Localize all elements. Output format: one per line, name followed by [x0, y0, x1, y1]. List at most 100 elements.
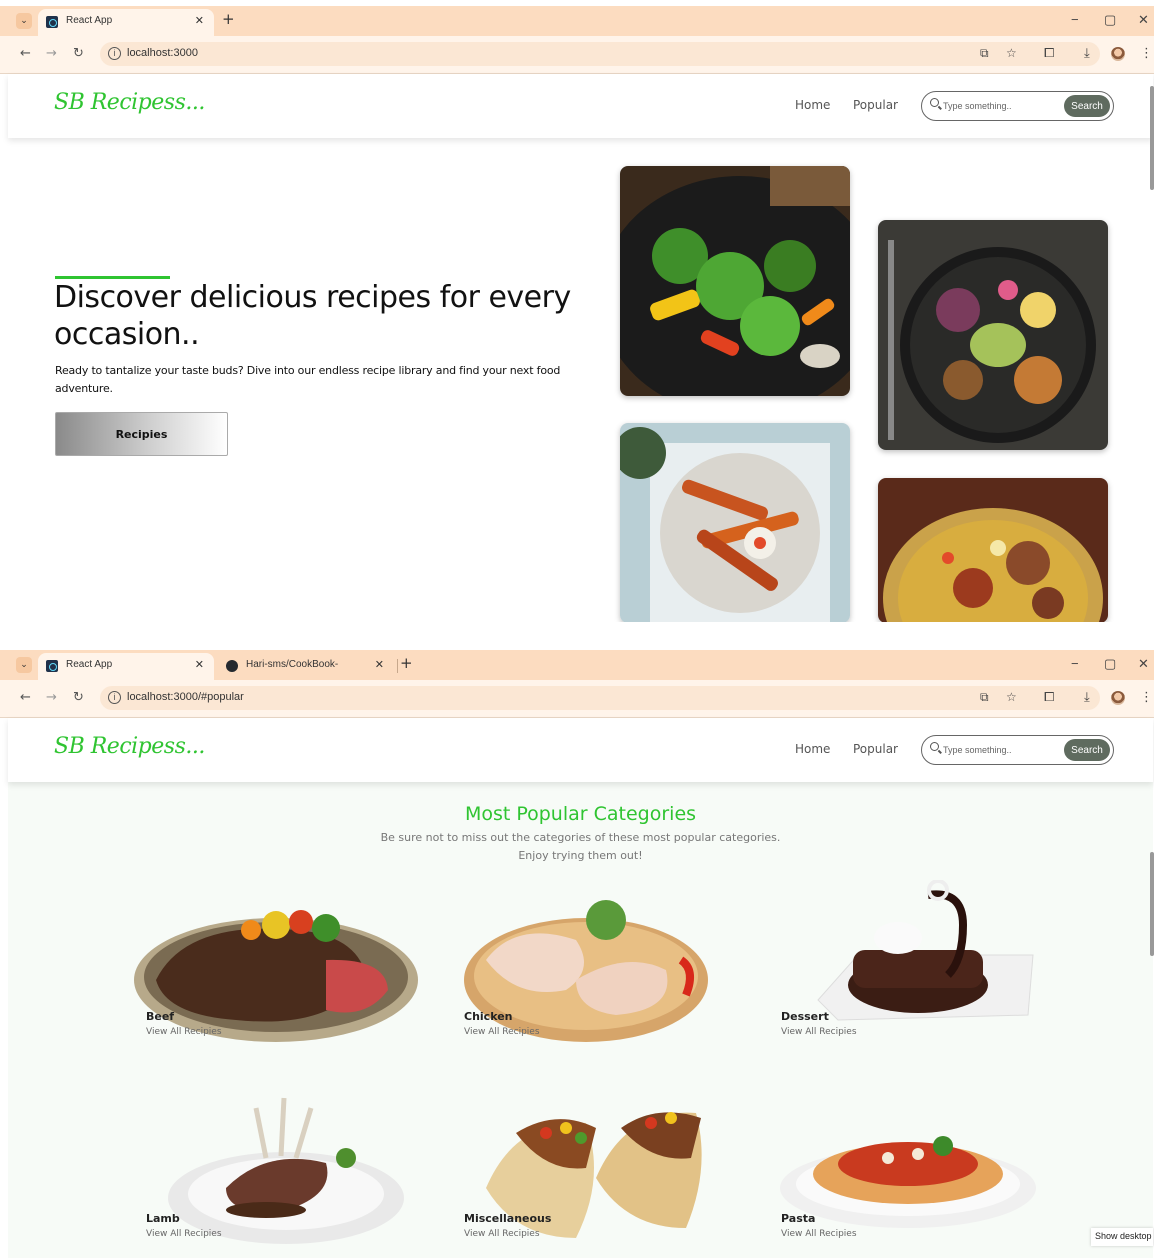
tab-github-cookbook[interactable]: Hari-sms/CookBook- ✕: [218, 653, 398, 680]
tab-label: React App: [66, 15, 113, 26]
url-bar[interactable]: i localhost:3000 ⧉ ☆: [100, 42, 1100, 66]
site-logo[interactable]: SB Recipess...: [54, 734, 205, 759]
category-name: Pasta: [781, 1212, 816, 1225]
show-desktop-button[interactable]: Show desktop: [1091, 1228, 1153, 1246]
category-card-lamb[interactable]: Lamb View All Recipies: [126, 1078, 426, 1258]
page-home: SB Recipess... Home Popular Search Disco…: [8, 74, 1153, 622]
view-all-recipes-link[interactable]: View All Recipies: [781, 1027, 857, 1037]
install-app-icon[interactable]: ⧉: [980, 46, 989, 61]
minimize-icon[interactable]: −: [1071, 12, 1079, 27]
view-all-recipes-link[interactable]: View All Recipies: [781, 1229, 857, 1239]
close-window-icon[interactable]: ✕: [1138, 656, 1149, 672]
react-favicon-icon: [46, 16, 58, 28]
url-text: localhost:3000: [127, 47, 198, 59]
tab-search-icon[interactable]: ⌄: [16, 13, 32, 29]
site-navbar: SB Recipess... Home Popular Search: [8, 718, 1153, 782]
url-text: localhost:3000/#popular: [127, 691, 244, 703]
profile-avatar[interactable]: [1111, 691, 1125, 705]
close-tab-icon[interactable]: ✕: [375, 658, 384, 671]
tab-react-app[interactable]: React App ✕: [38, 9, 214, 36]
bookmark-star-icon[interactable]: ☆: [1006, 690, 1017, 704]
popular-subtitle-line2: Enjoy trying them out!: [518, 849, 643, 862]
nav-link-home[interactable]: Home: [795, 98, 830, 112]
close-tab-icon[interactable]: ✕: [195, 14, 204, 27]
address-toolbar: ← → ↻ i localhost:3000/#popular ⧉ ☆ ⧠ ⤓ …: [0, 680, 1154, 718]
screenshot-separator: [0, 622, 1154, 644]
reload-icon[interactable]: ↻: [73, 46, 84, 61]
restore-icon[interactable]: ▢: [1104, 656, 1116, 672]
menu-kebab-icon[interactable]: ⋮: [1140, 690, 1153, 705]
site-info-icon[interactable]: i: [108, 691, 121, 704]
hero-subtitle: Ready to tantalize your taste buds? Dive…: [55, 364, 561, 395]
category-card-beef[interactable]: Beef View All Recipies: [126, 880, 426, 1060]
page-scrollbar[interactable]: [1150, 86, 1154, 190]
react-favicon-icon: [46, 660, 58, 672]
view-all-recipes-link[interactable]: View All Recipies: [464, 1229, 540, 1239]
category-card-chicken[interactable]: Chicken View All Recipies: [456, 880, 756, 1060]
hero-image-sweet-potato: [620, 423, 850, 622]
download-icon[interactable]: ⤓: [1084, 690, 1090, 705]
search-box: Search: [921, 735, 1114, 765]
search-box: Search: [921, 91, 1114, 121]
search-icon: [930, 98, 939, 107]
menu-kebab-icon[interactable]: ⋮: [1140, 46, 1153, 61]
search-input[interactable]: [943, 742, 1058, 758]
close-window-icon[interactable]: ✕: [1138, 12, 1149, 28]
category-card-pasta[interactable]: Pasta View All Recipies: [778, 1078, 1078, 1258]
category-name: Beef: [146, 1010, 175, 1023]
popular-subtitle: Be sure not to miss out the categories o…: [8, 829, 1153, 865]
extensions-icon[interactable]: ⧠: [1044, 46, 1054, 61]
browser-window-popular: ⌄ React App ✕ Hari-sms/CookBook- ✕ + − ▢…: [0, 644, 1154, 1258]
view-all-recipes-link[interactable]: View All Recipies: [146, 1229, 222, 1239]
minimize-icon[interactable]: −: [1071, 656, 1079, 671]
github-favicon-icon: [226, 660, 238, 672]
category-name: Dessert: [781, 1010, 829, 1023]
category-name: Miscellaneous: [464, 1212, 552, 1225]
back-icon[interactable]: ←: [20, 46, 31, 61]
install-app-icon[interactable]: ⧉: [980, 690, 989, 705]
close-tab-icon[interactable]: ✕: [195, 658, 204, 671]
hero-image-salad-bowl: [878, 220, 1108, 450]
nav-link-home[interactable]: Home: [795, 742, 830, 756]
site-logo[interactable]: SB Recipess...: [54, 90, 205, 115]
extensions-icon[interactable]: ⧠: [1044, 690, 1054, 705]
tab-strip: ⌄ React App ✕ + − ▢ ✕: [0, 6, 1154, 36]
bookmark-star-icon[interactable]: ☆: [1006, 46, 1017, 60]
hero-image-stir-fry: [620, 166, 850, 396]
forward-icon[interactable]: →: [46, 690, 57, 705]
new-tab-icon[interactable]: +: [222, 10, 235, 28]
view-all-recipes-link[interactable]: View All Recipies: [464, 1027, 540, 1037]
page-popular: SB Recipess... Home Popular Search Most …: [8, 718, 1153, 1258]
forward-icon[interactable]: →: [46, 46, 57, 61]
nav-link-popular[interactable]: Popular: [853, 742, 898, 756]
tab-search-icon[interactable]: ⌄: [16, 657, 32, 673]
page-scrollbar[interactable]: [1150, 852, 1154, 956]
popular-subtitle-line1: Be sure not to miss out the categories o…: [380, 831, 781, 844]
tab-label: React App: [66, 659, 113, 670]
search-input[interactable]: [943, 98, 1058, 114]
category-card-miscellaneous[interactable]: Miscellaneous View All Recipies: [456, 1078, 756, 1258]
tab-react-app[interactable]: React App ✕: [38, 653, 214, 680]
category-name: Lamb: [146, 1212, 180, 1225]
search-icon: [930, 742, 939, 751]
profile-avatar[interactable]: [1111, 47, 1125, 61]
popular-title: Most Popular Categories: [464, 803, 697, 825]
download-icon[interactable]: ⤓: [1084, 46, 1090, 61]
category-card-dessert[interactable]: Dessert View All Recipies: [778, 880, 1078, 1060]
restore-icon[interactable]: ▢: [1104, 12, 1116, 28]
search-button[interactable]: Search: [1064, 739, 1110, 761]
new-tab-icon[interactable]: +: [400, 654, 413, 672]
tab-label: Hari-sms/CookBook-: [246, 659, 339, 670]
site-navbar: SB Recipess... Home Popular Search: [8, 74, 1153, 138]
hero-image-biryani: [878, 478, 1108, 622]
recipes-button[interactable]: Recipies: [55, 412, 228, 456]
site-info-icon[interactable]: i: [108, 47, 121, 60]
search-button[interactable]: Search: [1064, 95, 1110, 117]
nav-link-popular[interactable]: Popular: [853, 98, 898, 112]
url-bar[interactable]: i localhost:3000/#popular ⧉ ☆: [100, 686, 1100, 710]
address-toolbar: ← → ↻ i localhost:3000 ⧉ ☆ ⧠ ⤓ ⋮: [0, 36, 1154, 74]
view-all-recipes-link[interactable]: View All Recipies: [146, 1027, 222, 1037]
back-icon[interactable]: ←: [20, 690, 31, 705]
reload-icon[interactable]: ↻: [73, 690, 84, 705]
tab-strip: ⌄ React App ✕ Hari-sms/CookBook- ✕ + − ▢…: [0, 650, 1154, 680]
